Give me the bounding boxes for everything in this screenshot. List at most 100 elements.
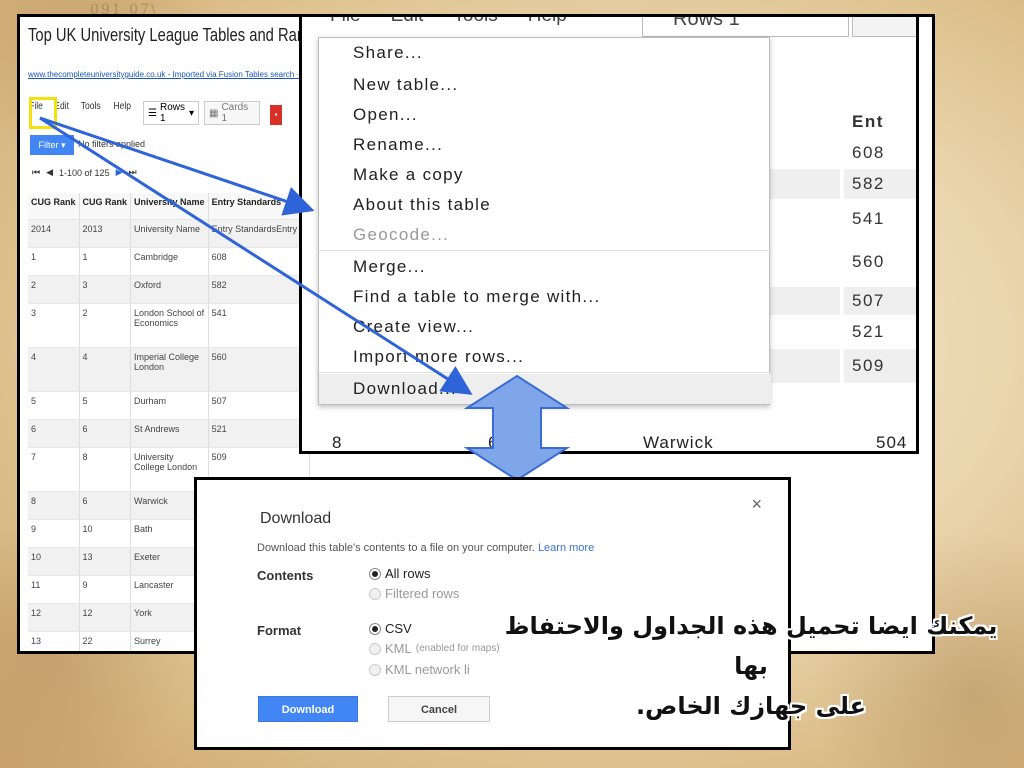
rows-icon: ☰ (148, 107, 157, 119)
table-row[interactable]: 5 5 Durham 507 (28, 391, 310, 420)
menu-item-find-a-table-to-merge-with[interactable]: Find a table to merge with... (319, 282, 771, 312)
tab-rows[interactable]: ☰ Rows 1 ▾ (143, 101, 199, 125)
table-cell: Imperial College London (130, 347, 209, 392)
zoom-cell: Warwick (643, 433, 714, 452)
zoom-table-cell: Ent (852, 112, 884, 131)
table-cell: 541 (208, 303, 310, 348)
menu-item-create-view[interactable]: Create view... (319, 312, 771, 342)
menu-item-new-table[interactable]: New table... (319, 70, 771, 100)
source-link[interactable]: www.thecompleteuniversityguide.co.uk - I… (28, 70, 313, 79)
table-cell: 12 (79, 603, 132, 632)
cancel-button[interactable]: Cancel (388, 696, 490, 722)
radio-filtered-rows[interactable]: Filtered rows (369, 586, 459, 601)
zoom-tab-cards[interactable] (852, 17, 916, 37)
table-row[interactable]: 1 1 Cambridge 608 (28, 247, 310, 276)
radio-all-rows[interactable]: All rows (369, 566, 431, 581)
tab-rows-label: Rows 1 (159, 102, 185, 124)
radio-icon[interactable] (369, 663, 381, 676)
table-cell: 4 (79, 347, 132, 392)
menu-item-share[interactable]: Share... (319, 38, 771, 68)
learn-more-link[interactable]: Learn more (538, 542, 594, 554)
table-cell: 6 (79, 419, 132, 448)
table-cell: 7 (28, 447, 80, 492)
prev-page-icon[interactable]: ◀ (46, 167, 53, 178)
table-cell: 507 (208, 391, 310, 420)
radio-selected-icon[interactable] (369, 622, 381, 635)
menu-item-import-more-rows[interactable]: Import more rows... (319, 342, 771, 372)
first-page-icon[interactable]: ⏮ (32, 167, 40, 178)
table-cell: 4 (28, 347, 80, 392)
table-cell: 13 (28, 631, 80, 651)
caption-line: يمكنك ايضا تحميل هذه الجداول والاحتفاظ ب… (504, 612, 998, 680)
menu-item-download[interactable]: Download... (319, 374, 771, 404)
tab-cards[interactable]: ▦ Cards 1 (204, 101, 260, 125)
table-cell: 12 (28, 603, 80, 632)
radio-kml-network[interactable]: KML network li (369, 662, 470, 677)
source-link-text[interactable]: www.thecompleteuniversityguide.co.uk - I… (28, 70, 294, 79)
menu-help[interactable]: Help (113, 101, 130, 112)
radio-selected-icon[interactable] (369, 567, 381, 580)
radio-kml[interactable]: KML (enabled for maps) (369, 641, 500, 656)
add-tab-button[interactable]: ▪ (270, 105, 282, 125)
filter-button[interactable]: Filter ▾ (30, 135, 74, 155)
zoom-tab-rows-label: Rows 1 (673, 14, 740, 30)
tab-cards-label: Cards 1 (221, 102, 249, 124)
radio-csv[interactable]: CSV (369, 621, 412, 636)
zoom-table-cell: 582 (844, 169, 916, 199)
table-row[interactable]: 4 4 Imperial College London 560 (28, 347, 310, 392)
zoom-table-cell: 541 (852, 209, 885, 228)
radio-label: KML (385, 641, 412, 656)
table-cell: 13 (79, 547, 132, 576)
table-cell: 3 (79, 275, 132, 304)
menu-item-rename[interactable]: Rename... (319, 130, 771, 160)
menu-item-merge[interactable]: Merge... (319, 252, 771, 282)
menu-item-about-this-table[interactable]: About this table (319, 190, 771, 220)
download-button[interactable]: Download (258, 696, 358, 722)
column-header[interactable]: University Name (130, 193, 209, 220)
next-page-icon[interactable]: ▶ (116, 167, 123, 178)
zoom-cell: 6 (488, 433, 499, 452)
table-row[interactable]: 6 6 St Andrews 521 (28, 419, 310, 448)
table-cell: 10 (28, 547, 80, 576)
zoom-tab-rows[interactable]: Rows 1 (642, 14, 849, 37)
radio-label: CSV (385, 621, 412, 636)
zoom-menu-bar: File Edit Tools Help (330, 17, 567, 27)
radio-icon[interactable] (369, 587, 381, 600)
zoom-table-cell: 507 (844, 287, 916, 315)
radio-icon[interactable] (369, 642, 381, 655)
pager: ⏮ ◀ 1-100 of 125 ▶ ⏭ (32, 167, 137, 178)
menu-item-make-a-copy[interactable]: Make a copy (319, 160, 771, 190)
file-dropdown-menu: Share... New table... Open... Rename... Make… (318, 37, 771, 405)
table-cell: 8 (79, 447, 132, 492)
column-header[interactable]: CUG Rank (79, 193, 132, 220)
close-icon[interactable]: × (751, 494, 762, 515)
table-cell: 10 (79, 519, 132, 548)
zoom-menu-help[interactable]: Help (528, 17, 567, 27)
radio-sublabel: (enabled for maps) (415, 643, 500, 654)
zoom-bottom-row: 8 6 Warwick 504 (302, 425, 916, 452)
zoom-cell: 504 (876, 433, 908, 452)
zoom-table-cell: 608 (852, 143, 885, 162)
last-page-icon[interactable]: ⏭ (129, 167, 137, 178)
table-cell: University Name (130, 219, 209, 248)
table-row[interactable]: 2 3 Oxford 582 (28, 275, 310, 304)
table-cell: 582 (208, 275, 310, 304)
table-cell: 5 (28, 391, 80, 420)
column-header[interactable]: CUG Rank (28, 193, 80, 220)
table-cell: 8 (28, 491, 80, 520)
radio-label: All rows (385, 566, 431, 581)
table-row[interactable]: 3 2 London School of Economics 541 (28, 303, 310, 348)
zoom-menu-tools[interactable]: Tools (453, 17, 497, 27)
page-range: 1-100 of 125 (59, 167, 110, 178)
column-header[interactable]: Entry Standards (208, 193, 310, 220)
table-row[interactable]: 2014 2013 University Name Entry StandardsEn… (28, 219, 310, 248)
menu-item-geocode[interactable]: Geocode... (319, 220, 771, 250)
zoom-menu-edit[interactable]: Edit (391, 17, 424, 27)
filter-button-label: Filter (38, 140, 59, 150)
menu-item-open[interactable]: Open... (319, 100, 771, 130)
menu-tools[interactable]: Tools (81, 101, 101, 112)
zoom-table-cell: 560 (852, 252, 885, 271)
table-cell: St Andrews (130, 419, 209, 448)
table-cell: Oxford (130, 275, 209, 304)
zoom-menu-file[interactable]: File (330, 17, 361, 27)
